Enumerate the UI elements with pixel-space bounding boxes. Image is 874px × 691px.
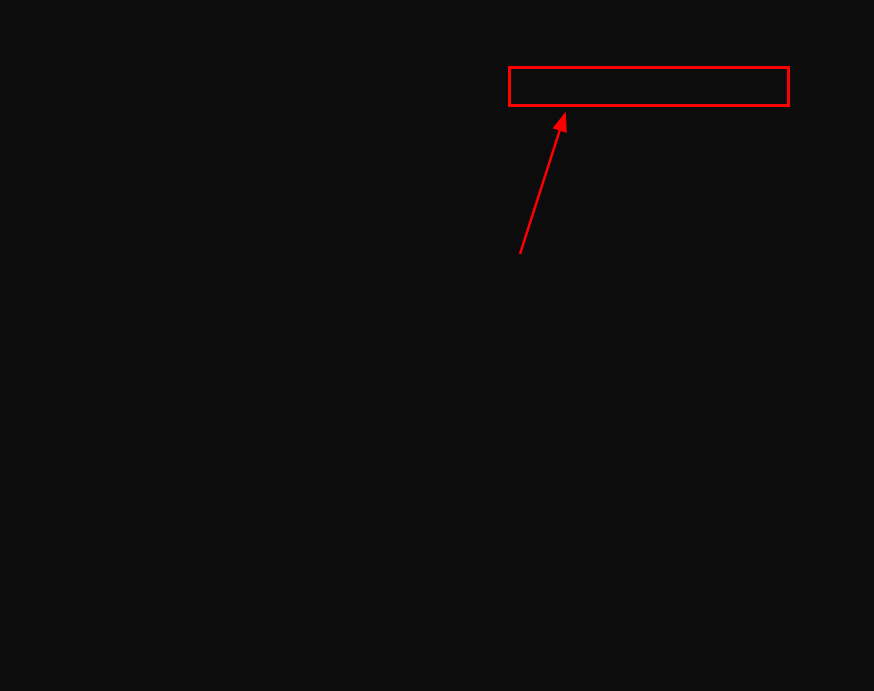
terminal-output bbox=[0, 73, 874, 158]
